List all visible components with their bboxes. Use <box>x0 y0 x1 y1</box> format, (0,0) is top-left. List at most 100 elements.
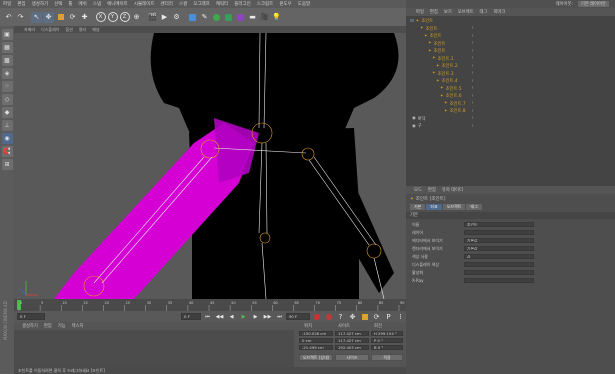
position-key-icon[interactable]: ✥ <box>347 311 358 322</box>
menu-item[interactable]: 렌더러 <box>161 1 173 7</box>
attribute-tab[interactable]: 좌표 <box>426 204 442 210</box>
attribute-field-value[interactable] <box>464 262 534 267</box>
attribute-field-value[interactable]: 기본값 <box>464 246 534 251</box>
autokey-icon[interactable] <box>323 311 334 322</box>
tweak-mode-icon[interactable]: ◉ <box>1 133 13 144</box>
deformer-icon[interactable] <box>235 12 246 23</box>
x-axis-icon[interactable]: X <box>95 12 106 23</box>
subdivision-icon[interactable] <box>211 12 222 23</box>
object-row[interactable]: ✦ 조인트.1 ⁞ <box>406 56 615 62</box>
coord-px-field[interactable]: -150.028 cm <box>299 331 333 336</box>
array-icon[interactable] <box>223 12 234 23</box>
object-row[interactable]: ✦ 조인트.4 ⁞ <box>406 78 615 85</box>
z-axis-icon[interactable]: Z <box>119 12 130 23</box>
rotate-icon[interactable]: ⟳ <box>67 12 78 23</box>
workplane-icon[interactable]: ◈ <box>1 68 13 79</box>
visibility-dots-icon[interactable]: ⁞ <box>472 26 473 31</box>
visibility-dots-icon[interactable]: ⁞ <box>472 49 473 54</box>
world-icon[interactable]: ⊕ <box>131 12 142 23</box>
coord-py-field[interactable]: 0 cm <box>299 338 333 343</box>
menu-item[interactable]: 파일 <box>3 1 11 7</box>
menu-item[interactable]: 메쉬 <box>79 1 87 7</box>
next-frame-icon[interactable]: ▶ <box>250 311 261 322</box>
layout-select[interactable]: 기본 레이아웃 <box>577 1 609 7</box>
object-menu-item[interactable]: 파일 <box>416 9 424 15</box>
object-row[interactable]: ✦ 조인트.6 ⁞ <box>406 93 615 100</box>
menu-item[interactable]: 애니메이트 <box>107 1 128 7</box>
coord-pz-field[interactable]: -21.499 cm <box>299 345 333 350</box>
play-icon[interactable]: ▶ <box>238 311 249 322</box>
undo-icon[interactable]: ↶ <box>3 12 14 23</box>
menu-item[interactable]: 시뮬레이트 <box>134 1 155 7</box>
material-menu-item[interactable]: 편집 <box>44 323 52 329</box>
attribute-menu-item[interactable]: 편집 <box>428 187 436 193</box>
object-menu-item[interactable]: 보기 <box>444 9 452 15</box>
axis-mode-icon[interactable]: ⊥ <box>1 120 13 131</box>
attribute-tab[interactable]: 기본 <box>410 204 426 210</box>
attribute-field-value[interactable] <box>464 270 534 275</box>
menu-item[interactable]: 윈도우 <box>279 1 291 7</box>
coord-p-field[interactable]: P 0 ° <box>371 338 403 343</box>
prev-frame-icon[interactable]: ◀ <box>226 311 237 322</box>
scale-icon[interactable] <box>55 12 66 23</box>
visibility-dots-icon[interactable]: ⁞ <box>472 41 473 46</box>
edges-mode-icon[interactable]: ◇ <box>1 94 13 105</box>
record-icon[interactable] <box>311 311 322 322</box>
keyframe-selection-icon[interactable]: ? <box>335 311 346 322</box>
menu-item[interactable]: 편집 <box>17 1 25 7</box>
attribute-tab[interactable]: 태그 <box>466 204 482 210</box>
lock-workplane-icon[interactable]: ⊞ <box>1 159 13 170</box>
y-axis-icon[interactable]: Y <box>107 12 118 23</box>
menu-item[interactable]: 스냅 <box>93 1 101 7</box>
floor-icon[interactable]: ▬ <box>247 12 258 23</box>
timeline-ruler[interactable]: 0 5 10 15 20 25 30 35 40 45 50 55 60 65 70 75 80 85 90 <box>14 299 406 311</box>
pla-key-icon[interactable]: ⁞ <box>395 311 406 322</box>
first-frame-icon[interactable]: ⏮ <box>202 311 213 322</box>
last-frame-icon[interactable]: ⏭ <box>274 311 285 322</box>
menu-item[interactable]: 툴 <box>68 1 72 7</box>
object-menu-item[interactable]: 오브젝트 <box>458 9 474 15</box>
render-view-icon[interactable]: 🎬 <box>147 12 158 23</box>
viewport-3d[interactable] <box>14 33 406 299</box>
visibility-dots-icon[interactable]: ⁞ <box>472 86 473 91</box>
prev-key-icon[interactable]: ◀◀ <box>214 311 225 322</box>
texture-mode-icon[interactable]: ▩ <box>1 55 13 66</box>
move-icon[interactable]: ✥ <box>43 11 54 23</box>
coord-sy-field[interactable]: 117.427 cm <box>335 338 369 343</box>
material-menu-item[interactable]: 텍스처 <box>72 323 84 329</box>
snap-icon[interactable]: 🧲 <box>1 146 13 157</box>
visibility-dots-icon[interactable]: ⁞ <box>472 109 473 114</box>
light-icon[interactable]: 💡 <box>271 12 282 23</box>
attribute-field-value[interactable] <box>464 230 534 235</box>
object-row[interactable]: ✦ 조인트.5 ⁞ <box>406 86 615 92</box>
coord-mode-select[interactable]: 오브젝트 (상대) <box>299 354 333 361</box>
menu-item[interactable]: 스크립트 <box>257 1 274 7</box>
material-menu-item[interactable]: 기능 <box>58 323 66 329</box>
coord-b-field[interactable]: B 0 ° <box>371 345 403 350</box>
visibility-dots-icon[interactable]: ⁞ <box>472 101 473 106</box>
current-frame-field[interactable]: 0 F <box>181 313 201 320</box>
viewport-menu-item[interactable]: 필터 <box>79 27 86 33</box>
menu-item[interactable]: 스컬 <box>179 1 187 7</box>
param-key-icon[interactable]: P <box>383 311 394 322</box>
object-row[interactable]: ✦ 조인트.2 ⁞ <box>406 63 615 70</box>
object-menu-item[interactable]: 태그 <box>480 9 488 15</box>
object-row[interactable]: ✦ 조인트.3 ⁞ <box>406 71 615 77</box>
visibility-dots-icon[interactable]: ⁞ <box>472 116 473 121</box>
object-row[interactable]: ✦ 조인트 ⁞ <box>406 26 615 32</box>
object-row[interactable]: ✦ 조인트 ⁞ <box>406 33 615 40</box>
coord-h-field[interactable]: H 299.154 ° <box>371 331 403 336</box>
menu-item[interactable]: 도움말 <box>298 1 310 7</box>
recent-icon[interactable]: ✚ <box>79 12 90 23</box>
coord-apply-button[interactable]: 적용 <box>371 354 403 361</box>
menu-item[interactable]: 플러그인 <box>234 1 251 7</box>
menu-item[interactable]: 모그래프 <box>193 1 210 7</box>
object-menu-item[interactable]: 편집 <box>430 9 438 15</box>
rotation-key-icon[interactable]: ⟳ <box>371 311 382 322</box>
viewport-menu-item[interactable]: 패널 <box>92 27 99 33</box>
object-row[interactable]: ✦ 조인트.8 ⁞ <box>406 108 615 115</box>
visibility-dots-icon[interactable]: ⁞ <box>472 56 473 61</box>
object-menu-item[interactable]: 북마크 <box>493 9 505 15</box>
render-icon[interactable]: ▶ <box>159 12 170 23</box>
redo-icon[interactable]: ↷ <box>15 12 26 23</box>
